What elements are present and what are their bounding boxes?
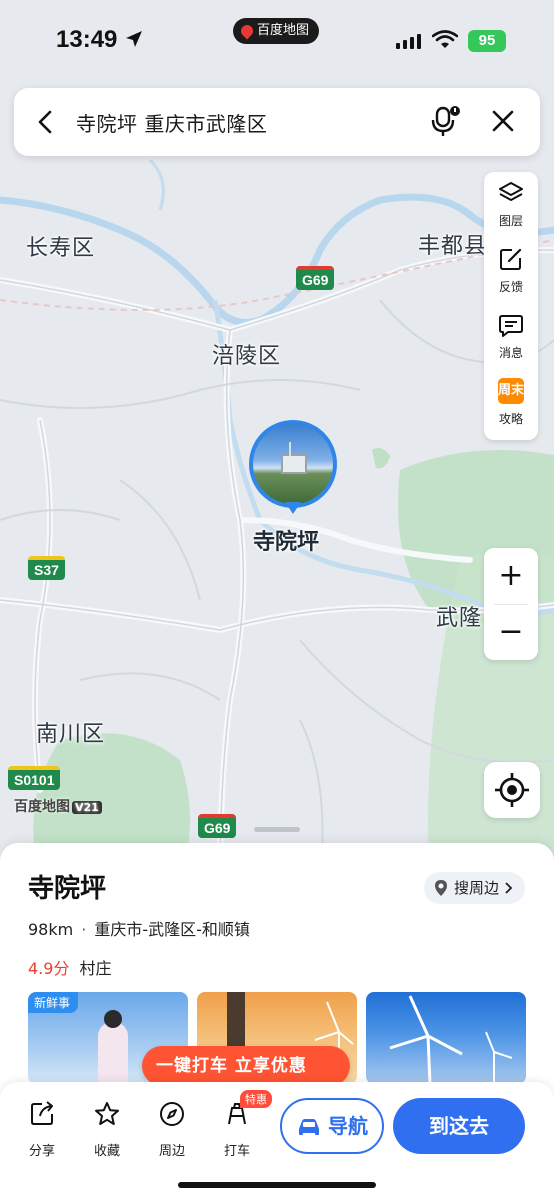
tool-messages-label: 消息 bbox=[498, 346, 523, 360]
map-label-wulong: 武隆 bbox=[436, 606, 483, 631]
map-label-fuling: 涪陵区 bbox=[212, 344, 282, 369]
compass-icon bbox=[160, 1102, 184, 1126]
status-bar: 13:49 百度地图 95 bbox=[0, 0, 554, 80]
search-query-text[interactable]: 寺院坪 重庆市武隆区 bbox=[76, 108, 267, 137]
layers-icon bbox=[499, 182, 523, 201]
action-nearby[interactable]: 周边 bbox=[147, 1100, 197, 1159]
zoom-in-button[interactable]: + bbox=[484, 548, 538, 604]
road-shield-g69-south: G69 bbox=[198, 814, 237, 838]
pin-photo bbox=[253, 424, 333, 504]
road-shield-g69: G69 bbox=[296, 266, 335, 290]
fresh-news-badge: 新鲜事 bbox=[28, 992, 79, 1013]
map-label-fengdu: 丰都县 bbox=[418, 234, 488, 259]
tool-layers[interactable]: 图层 bbox=[484, 172, 538, 238]
battery-indicator: 95 bbox=[468, 30, 506, 52]
action-favorite-label: 收藏 bbox=[93, 1144, 120, 1159]
sheet-drag-handle[interactable] bbox=[254, 827, 300, 832]
tool-feedback-label: 反馈 bbox=[498, 280, 523, 294]
place-distance: 98km bbox=[28, 920, 74, 939]
place-meta: 98km · 重庆市-武隆区-和顺镇 bbox=[28, 920, 250, 939]
navigate-button[interactable]: 导航 bbox=[280, 1098, 384, 1154]
baidu-map-pin-icon bbox=[238, 22, 256, 40]
wind-turbine-icon bbox=[389, 995, 513, 1084]
taxi-promo-banner[interactable]: 一键打车 立享优惠 bbox=[142, 1046, 350, 1086]
action-taxi[interactable]: 打车 bbox=[212, 1100, 262, 1159]
pin-circle bbox=[249, 420, 337, 508]
status-time: 13:49 bbox=[56, 26, 118, 53]
tool-layers-label: 图层 bbox=[498, 214, 523, 228]
microphone-icon[interactable] bbox=[428, 104, 462, 138]
app-indicator-label: 百度地图 bbox=[257, 23, 310, 38]
road-shield-s0101: S0101 bbox=[8, 766, 61, 790]
action-favorite[interactable]: 收藏 bbox=[82, 1100, 132, 1159]
zoom-out-button[interactable]: − bbox=[484, 604, 538, 660]
car-icon bbox=[299, 1119, 319, 1135]
action-share-label: 分享 bbox=[28, 1144, 55, 1159]
pin-tail bbox=[285, 502, 301, 514]
weekend-icon: 周末 bbox=[498, 378, 524, 404]
location-pin-icon bbox=[435, 880, 447, 896]
place-pin[interactable] bbox=[249, 420, 337, 514]
edit-icon bbox=[500, 248, 522, 270]
map-brand-logo: 百度地图 V21 bbox=[14, 796, 102, 816]
share-icon bbox=[31, 1101, 53, 1125]
place-title: 寺院坪 bbox=[28, 874, 107, 904]
place-address: 重庆市-武隆区-和顺镇 bbox=[94, 920, 250, 939]
tool-weekend-label: 攻略 bbox=[498, 412, 523, 426]
map-label-changshou: 长寿区 bbox=[26, 236, 96, 261]
close-icon[interactable] bbox=[488, 106, 518, 136]
app-indicator-pill[interactable]: 百度地图 bbox=[233, 18, 320, 44]
map-tools-panel: 图层 反馈 消息 周末 攻略 bbox=[484, 172, 538, 440]
navigate-button-label: 导航 bbox=[328, 1114, 368, 1138]
search-bar[interactable]: 寺院坪 重庆市武隆区 bbox=[14, 88, 540, 156]
search-nearby-label: 搜周边 bbox=[454, 879, 500, 897]
taxi-discount-badge: 特惠 bbox=[240, 1090, 272, 1108]
action-nearby-label: 周边 bbox=[158, 1144, 185, 1159]
tool-feedback[interactable]: 反馈 bbox=[484, 238, 538, 304]
tool-weekend-guide[interactable]: 周末 攻略 bbox=[484, 370, 538, 436]
message-icon bbox=[499, 315, 523, 337]
action-taxi-label: 打车 bbox=[223, 1144, 250, 1159]
back-arrow-icon[interactable] bbox=[32, 108, 60, 136]
chevron-right-icon bbox=[505, 882, 513, 894]
map-label-nanchuan: 南川区 bbox=[36, 722, 106, 747]
action-share[interactable]: 分享 bbox=[17, 1100, 67, 1159]
place-rating-row: 4.9分 村庄 bbox=[28, 955, 111, 979]
zoom-controls: + − bbox=[484, 548, 538, 660]
home-indicator[interactable] bbox=[178, 1182, 376, 1188]
locate-me-button[interactable] bbox=[484, 762, 540, 818]
photo-3[interactable] bbox=[366, 992, 526, 1084]
place-rating: 4.9分 bbox=[28, 959, 70, 978]
pin-label: 寺院坪 bbox=[253, 530, 320, 555]
go-here-button[interactable]: 到这去 bbox=[393, 1098, 525, 1154]
wifi-icon bbox=[432, 30, 458, 48]
road-shield-s37: S37 bbox=[28, 556, 65, 580]
location-arrow-icon bbox=[126, 31, 142, 47]
tool-messages[interactable]: 消息 bbox=[484, 304, 538, 370]
search-nearby-button[interactable]: 搜周边 bbox=[424, 872, 526, 904]
place-category: 村庄 bbox=[79, 959, 112, 978]
cellular-signal-icon bbox=[396, 34, 421, 49]
crosshair-icon bbox=[495, 773, 529, 807]
star-icon bbox=[95, 1102, 119, 1125]
